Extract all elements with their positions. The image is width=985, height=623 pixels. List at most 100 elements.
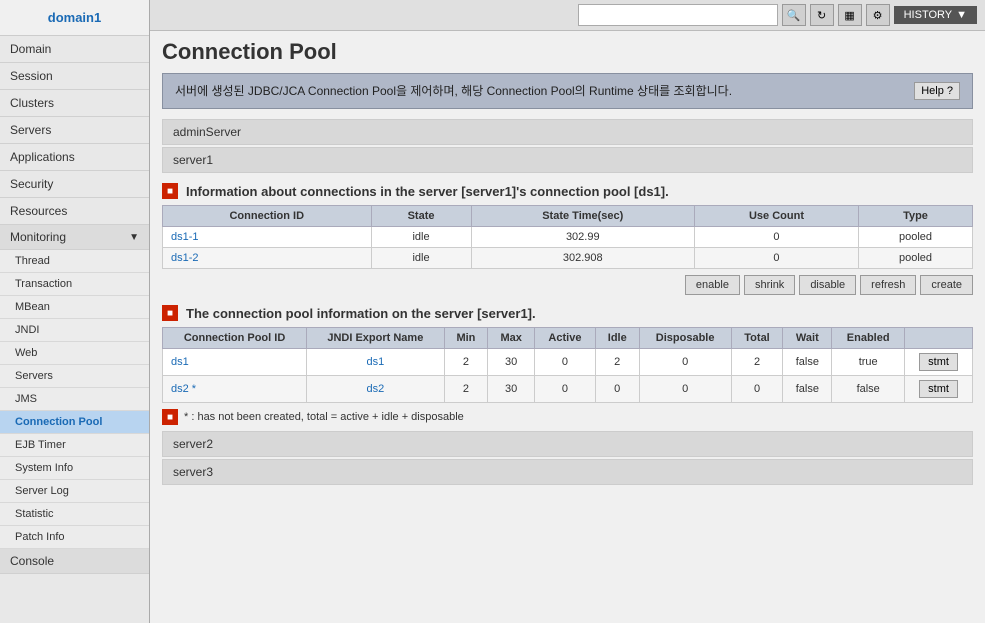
pool-enabled: true (832, 349, 905, 376)
pool-table: Connection Pool ID JNDI Export Name Min … (162, 327, 973, 403)
topbar: 🔍 ↻ ▦ ⚙ HISTORY ▼ (150, 0, 985, 31)
sidebar-sub-server-log[interactable]: Server Log (0, 480, 149, 503)
pool-col-max: Max (488, 328, 535, 349)
section-icon-connections: ■ (162, 183, 178, 199)
pool-idle: 0 (595, 376, 639, 403)
pool-col-idle: Idle (595, 328, 639, 349)
pool-section-title: The connection pool information on the s… (186, 306, 536, 321)
conn-time: 302.99 (471, 227, 694, 248)
conn-state: idle (371, 248, 471, 269)
banner-text: 서버에 생성된 JDBC/JCA Connection Pool을 제어하며, … (175, 82, 732, 100)
sidebar-item-applications[interactable]: Applications (0, 144, 149, 171)
sidebar-domain[interactable]: domain1 (0, 0, 149, 36)
pool-total: 2 (731, 349, 783, 376)
col-use-count: Use Count (695, 206, 859, 227)
connections-section-header: ■ Information about connections in the s… (162, 183, 973, 199)
sidebar-sub-transaction[interactable]: Transaction (0, 273, 149, 296)
conn-time: 302.908 (471, 248, 694, 269)
pool-id-link[interactable]: ds1 (171, 356, 189, 368)
pool-jndi-link[interactable]: ds1 (366, 356, 384, 368)
sidebar-sub-jndi[interactable]: JNDI (0, 319, 149, 342)
sidebar-item-security[interactable]: Security (0, 171, 149, 198)
stmt-button[interactable]: stmt (919, 353, 958, 371)
pool-col-id: Connection Pool ID (163, 328, 307, 349)
search-icon[interactable]: 🔍 (782, 4, 806, 26)
pool-disposable: 0 (639, 376, 731, 403)
pool-jndi-link[interactable]: ds2 (366, 383, 384, 395)
refresh-icon[interactable]: ↻ (810, 4, 834, 26)
pool-col-wait: Wait (783, 328, 832, 349)
refresh-button[interactable]: refresh (860, 275, 916, 295)
sidebar-monitoring-label: Monitoring (10, 230, 66, 244)
sidebar-item-session[interactable]: Session (0, 63, 149, 90)
sidebar-item-servers[interactable]: Servers (0, 117, 149, 144)
sidebar-sub-thread[interactable]: Thread (0, 250, 149, 273)
sidebar-sub-system-info[interactable]: System Info (0, 457, 149, 480)
main-content: 🔍 ↻ ▦ ⚙ HISTORY ▼ Connection Pool 서버에 생성… (150, 0, 985, 623)
sidebar-sub-web[interactable]: Web (0, 342, 149, 365)
note-row: ■ * : has not been created, total = acti… (162, 409, 973, 425)
sidebar-item-resources[interactable]: Resources (0, 198, 149, 225)
pool-section-header: ■ The connection pool information on the… (162, 305, 973, 321)
sidebar-sub-jms[interactable]: JMS (0, 388, 149, 411)
content-area: Connection Pool 서버에 생성된 JDBC/JCA Connect… (150, 31, 985, 623)
history-button[interactable]: HISTORY ▼ (894, 6, 977, 24)
sidebar-console-label: Console (10, 554, 54, 568)
history-chevron-icon: ▼ (956, 9, 967, 21)
shrink-button[interactable]: shrink (744, 275, 795, 295)
pool-col-stmt (905, 328, 973, 349)
sidebar-console-section[interactable]: Console (0, 549, 149, 574)
admin-server-row: adminServer (162, 119, 973, 145)
search-input[interactable] (578, 4, 778, 26)
sidebar-sub-servers[interactable]: Servers (0, 365, 149, 388)
settings-icon[interactable]: ⚙ (866, 4, 890, 26)
pool-col-active: Active (535, 328, 596, 349)
info-banner: 서버에 생성된 JDBC/JCA Connection Pool을 제어하며, … (162, 73, 973, 109)
sidebar-item-clusters[interactable]: Clusters (0, 90, 149, 117)
pool-wait: false (783, 349, 832, 376)
pool-active: 0 (535, 376, 596, 403)
pool-col-min: Min (444, 328, 488, 349)
history-label: HISTORY (904, 9, 953, 21)
sidebar-item-domain[interactable]: Domain (0, 36, 149, 63)
pool-wait: false (783, 376, 832, 403)
conn-use-count: 0 (695, 248, 859, 269)
pool-min: 2 (444, 349, 488, 376)
connection-id-link[interactable]: ds1-1 (171, 231, 199, 243)
topbar-search-area: 🔍 ↻ ▦ ⚙ HISTORY ▼ (578, 4, 977, 26)
connections-table: Connection ID State State Time(sec) Use … (162, 205, 973, 269)
pool-max: 30 (488, 376, 535, 403)
conn-type: pooled (858, 227, 972, 248)
stmt-button[interactable]: stmt (919, 380, 958, 398)
sidebar-sub-connection-pool[interactable]: Connection Pool (0, 411, 149, 434)
enable-button[interactable]: enable (685, 275, 740, 295)
conn-state: idle (371, 227, 471, 248)
col-connection-id: Connection ID (163, 206, 372, 227)
sidebar-sub-mbean[interactable]: MBean (0, 296, 149, 319)
connections-action-bar: enable shrink disable refresh create (162, 275, 973, 295)
section-icon-pool: ■ (162, 305, 178, 321)
conn-type: pooled (858, 248, 972, 269)
server1-row: server1 (162, 147, 973, 173)
pool-col-total: Total (731, 328, 783, 349)
pool-id-link[interactable]: ds2 * (171, 383, 196, 395)
pool-col-disposable: Disposable (639, 328, 731, 349)
sidebar-sub-patch-info[interactable]: Patch Info (0, 526, 149, 549)
sidebar-sub-ejb-timer[interactable]: EJB Timer (0, 434, 149, 457)
table-row: ds1-1 idle 302.99 0 pooled (163, 227, 973, 248)
sidebar-sub-statistic[interactable]: Statistic (0, 503, 149, 526)
create-button[interactable]: create (920, 275, 973, 295)
help-button[interactable]: Help ? (914, 82, 960, 100)
table-row: ds1-2 idle 302.908 0 pooled (163, 248, 973, 269)
pool-enabled: false (832, 376, 905, 403)
server2-row: server2 (162, 431, 973, 457)
col-state: State (371, 206, 471, 227)
chevron-down-icon: ▼ (129, 232, 139, 243)
connection-id-link[interactable]: ds1-2 (171, 252, 199, 264)
sidebar-monitoring-section[interactable]: Monitoring ▼ (0, 225, 149, 250)
disable-button[interactable]: disable (799, 275, 856, 295)
table-row: ds2 * ds2 2 30 0 0 0 0 false false stmt (163, 376, 973, 403)
connections-section-title: Information about connections in the ser… (186, 184, 669, 199)
note-text: * : has not been created, total = active… (184, 411, 464, 423)
grid-icon[interactable]: ▦ (838, 4, 862, 26)
